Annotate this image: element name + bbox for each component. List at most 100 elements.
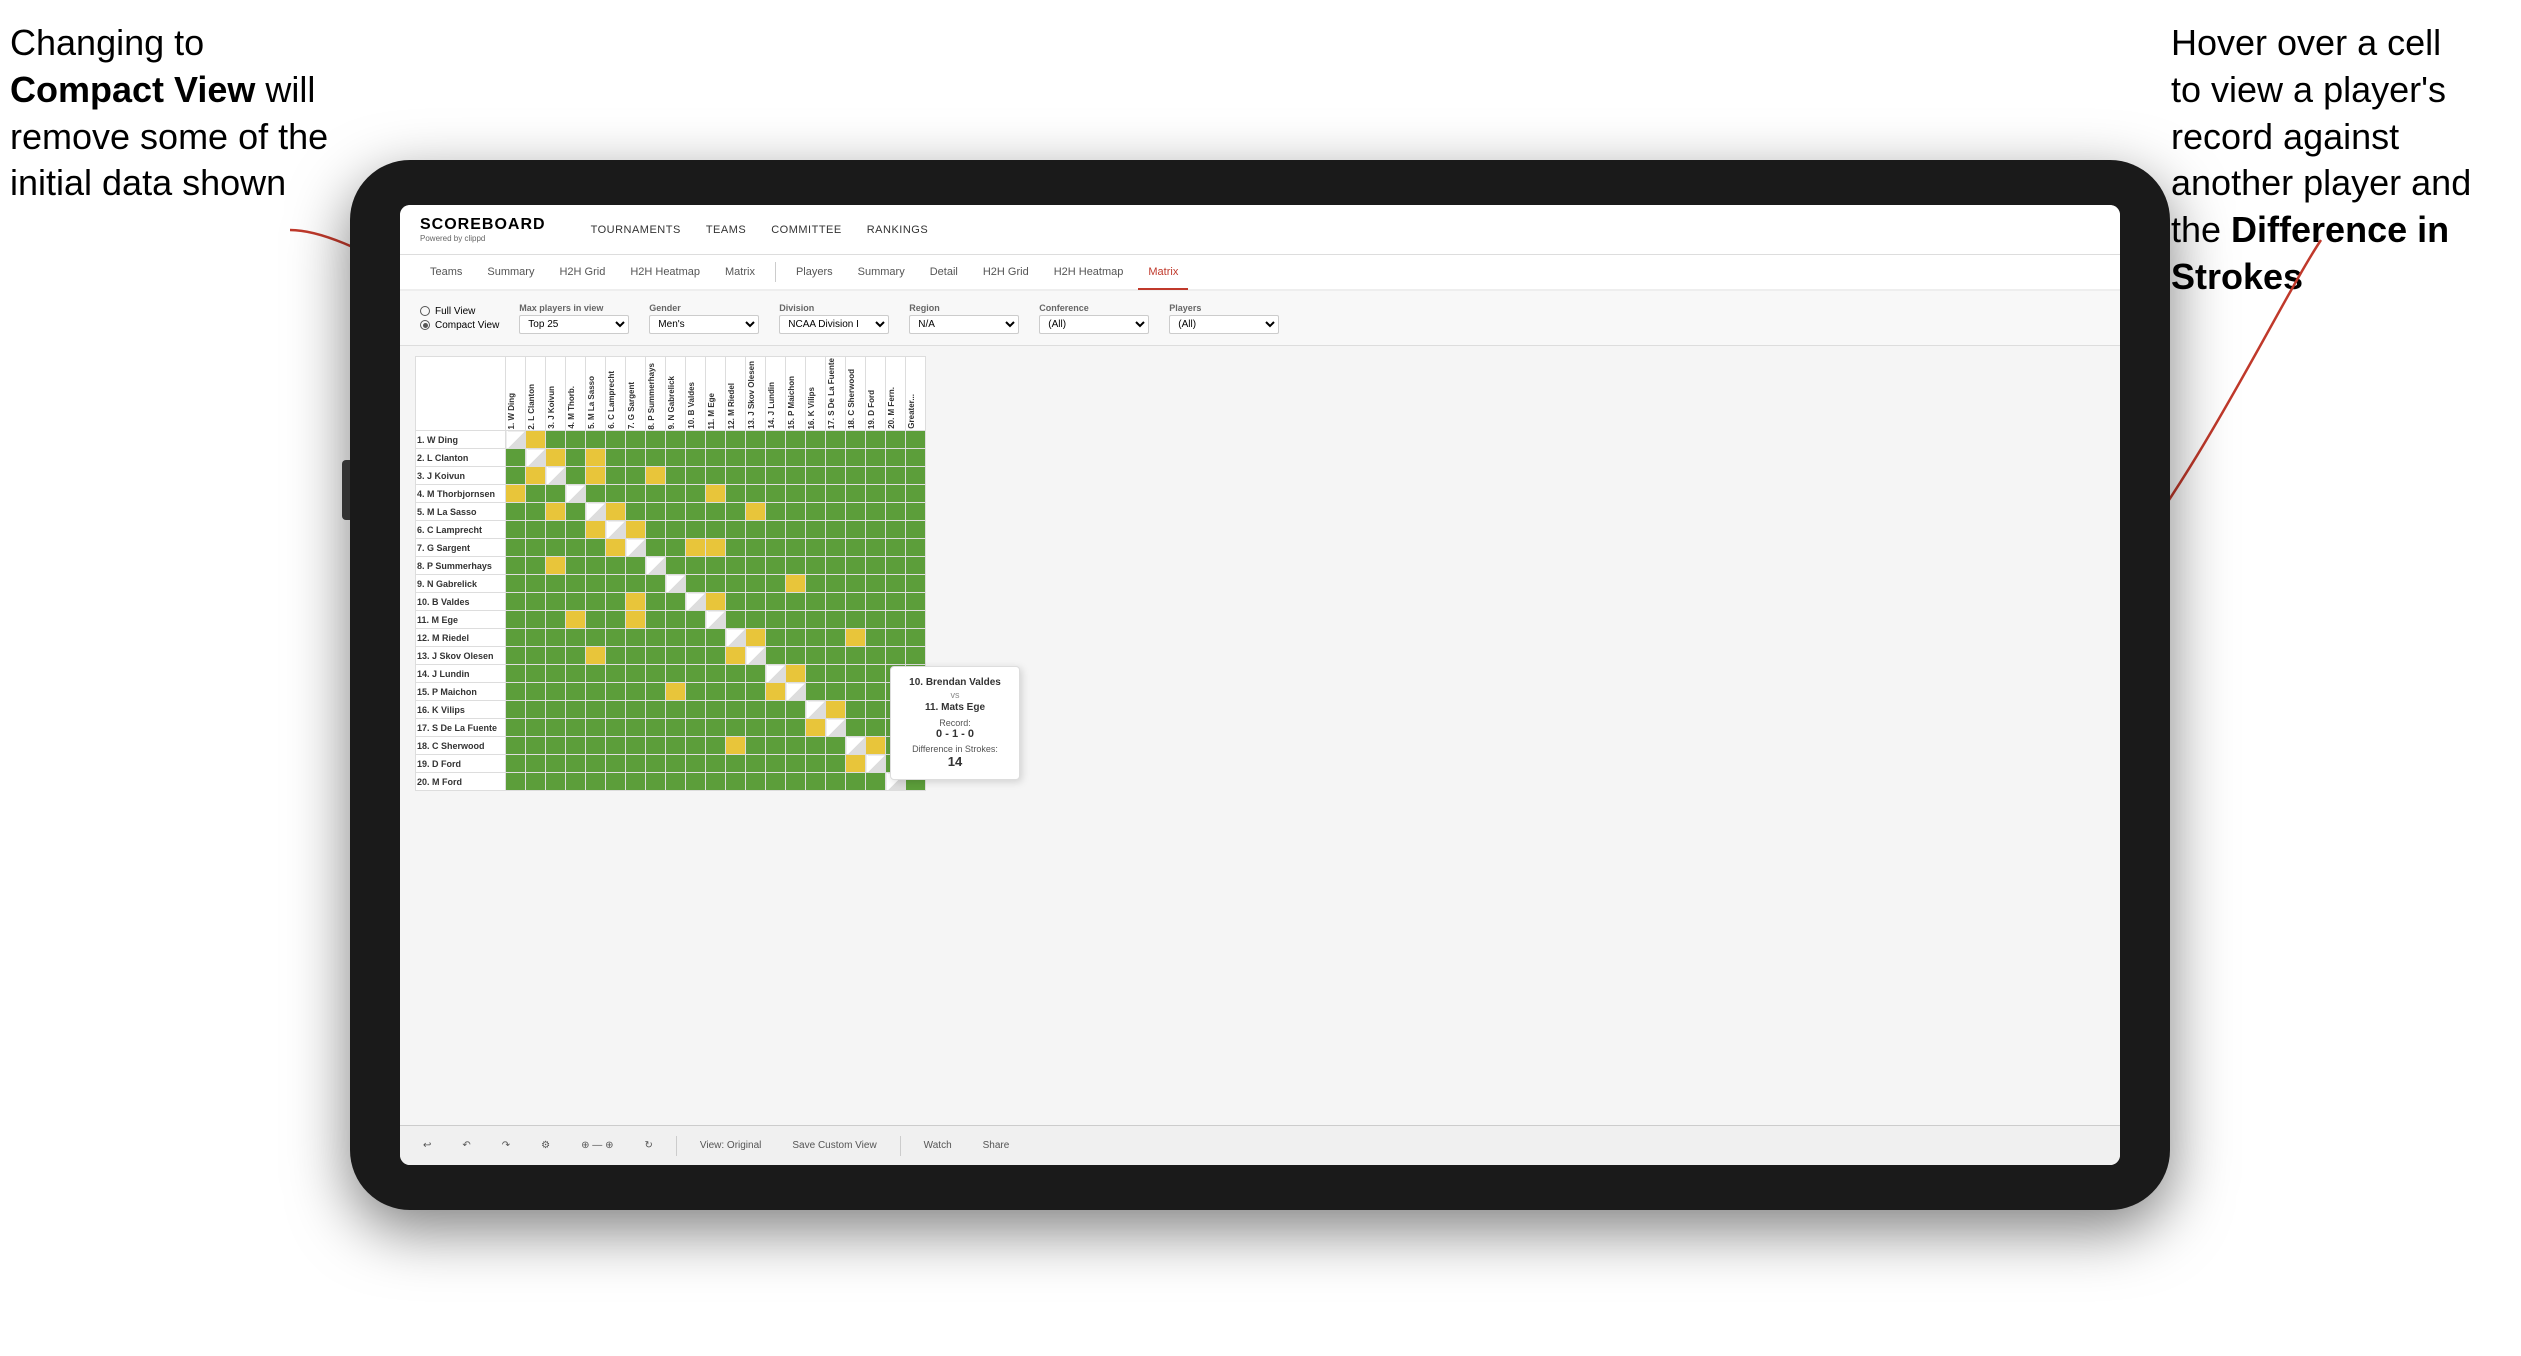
matrix-cell[interactable]: [686, 719, 706, 737]
matrix-cell[interactable]: [786, 755, 806, 773]
matrix-cell[interactable]: [826, 611, 846, 629]
refresh-button[interactable]: ↻: [636, 1137, 660, 1154]
matrix-cell[interactable]: [606, 755, 626, 773]
matrix-cell[interactable]: [666, 755, 686, 773]
matrix-cell[interactable]: [586, 449, 606, 467]
matrix-cell[interactable]: [546, 557, 566, 575]
matrix-cell[interactable]: [546, 449, 566, 467]
matrix-cell[interactable]: [846, 575, 866, 593]
matrix-cell[interactable]: [846, 683, 866, 701]
matrix-cell[interactable]: [766, 665, 786, 683]
matrix-cell[interactable]: [766, 629, 786, 647]
matrix-cell[interactable]: [626, 719, 646, 737]
matrix-cell[interactable]: [746, 629, 766, 647]
matrix-cell[interactable]: [666, 539, 686, 557]
matrix-cell[interactable]: [766, 521, 786, 539]
matrix-cell[interactable]: [766, 647, 786, 665]
matrix-cell[interactable]: [606, 467, 626, 485]
matrix-cell[interactable]: [706, 629, 726, 647]
matrix-cell[interactable]: [746, 449, 766, 467]
save-custom-button[interactable]: Save Custom View: [784, 1137, 884, 1154]
matrix-cell[interactable]: [866, 755, 886, 773]
matrix-cell[interactable]: [726, 449, 746, 467]
matrix-cell[interactable]: [506, 683, 526, 701]
matrix-cell[interactable]: [606, 629, 626, 647]
matrix-cell[interactable]: [826, 575, 846, 593]
matrix-cell[interactable]: [726, 503, 746, 521]
matrix-cell[interactable]: [646, 737, 666, 755]
matrix-cell[interactable]: [526, 701, 546, 719]
matrix-cell[interactable]: [506, 737, 526, 755]
matrix-cell[interactable]: [526, 431, 546, 449]
radio-full-view[interactable]: Full View: [420, 306, 499, 317]
matrix-cell[interactable]: [846, 629, 866, 647]
matrix-cell[interactable]: [546, 593, 566, 611]
matrix-cell[interactable]: [866, 539, 886, 557]
matrix-cell[interactable]: [646, 665, 666, 683]
matrix-cell[interactable]: [866, 665, 886, 683]
matrix-cell[interactable]: [546, 431, 566, 449]
matrix-cell[interactable]: [906, 485, 926, 503]
matrix-cell[interactable]: [806, 539, 826, 557]
matrix-cell[interactable]: [646, 485, 666, 503]
matrix-cell[interactable]: [606, 737, 626, 755]
matrix-cell[interactable]: [606, 575, 626, 593]
matrix-cell[interactable]: [646, 521, 666, 539]
matrix-cell[interactable]: [506, 611, 526, 629]
matrix-cell[interactable]: [806, 575, 826, 593]
matrix-cell[interactable]: [666, 449, 686, 467]
matrix-cell[interactable]: [766, 503, 786, 521]
matrix-cell[interactable]: [506, 503, 526, 521]
matrix-cell[interactable]: [806, 647, 826, 665]
matrix-cell[interactable]: [766, 575, 786, 593]
matrix-cell[interactable]: [626, 485, 646, 503]
matrix-cell[interactable]: [846, 521, 866, 539]
matrix-cell[interactable]: [726, 575, 746, 593]
matrix-cell[interactable]: [506, 575, 526, 593]
matrix-cell[interactable]: [766, 593, 786, 611]
matrix-cell[interactable]: [746, 539, 766, 557]
matrix-cell[interactable]: [526, 719, 546, 737]
matrix-cell[interactable]: [886, 557, 906, 575]
matrix-cell[interactable]: [566, 647, 586, 665]
matrix-cell[interactable]: [746, 647, 766, 665]
matrix-cell[interactable]: [826, 485, 846, 503]
matrix-cell[interactable]: [646, 539, 666, 557]
matrix-cell[interactable]: [666, 737, 686, 755]
matrix-cell[interactable]: [526, 575, 546, 593]
matrix-cell[interactable]: [826, 773, 846, 791]
matrix-cell[interactable]: [786, 683, 806, 701]
matrix-cell[interactable]: [866, 557, 886, 575]
tab-players-h2h-grid[interactable]: H2H Grid: [973, 256, 1039, 290]
nav-rankings[interactable]: RANKINGS: [867, 224, 928, 236]
matrix-cell[interactable]: [626, 467, 646, 485]
matrix-cell[interactable]: [606, 485, 626, 503]
matrix-cell[interactable]: [666, 701, 686, 719]
matrix-cell[interactable]: [806, 629, 826, 647]
matrix-cell[interactable]: [526, 449, 546, 467]
matrix-cell[interactable]: [586, 521, 606, 539]
matrix-cell[interactable]: [606, 449, 626, 467]
matrix-cell[interactable]: [746, 593, 766, 611]
matrix-cell[interactable]: [566, 755, 586, 773]
matrix-cell[interactable]: [686, 737, 706, 755]
tab-teams[interactable]: Teams: [420, 256, 472, 290]
matrix-cell[interactable]: [646, 449, 666, 467]
matrix-cell[interactable]: [586, 737, 606, 755]
matrix-cell[interactable]: [846, 557, 866, 575]
zoom-controls[interactable]: ⊕ — ⊕: [573, 1137, 621, 1154]
matrix-cell[interactable]: [726, 521, 746, 539]
matrix-cell[interactable]: [626, 503, 646, 521]
redo-right-button[interactable]: ↷: [494, 1137, 518, 1154]
matrix-cell[interactable]: [566, 521, 586, 539]
matrix-cell[interactable]: [626, 683, 646, 701]
matrix-cell[interactable]: [546, 755, 566, 773]
matrix-cell[interactable]: [766, 773, 786, 791]
matrix-cell[interactable]: [566, 611, 586, 629]
matrix-cell[interactable]: [806, 773, 826, 791]
matrix-cell[interactable]: [546, 647, 566, 665]
tab-matrix-group1[interactable]: Matrix: [715, 256, 765, 290]
matrix-cell[interactable]: [886, 593, 906, 611]
matrix-cell[interactable]: [546, 773, 566, 791]
matrix-cell[interactable]: [866, 683, 886, 701]
